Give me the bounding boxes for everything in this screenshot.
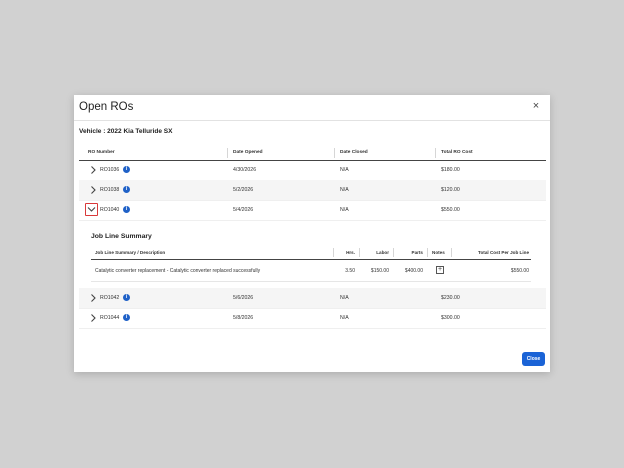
header-hrs: Hrs.: [346, 250, 355, 255]
header-divider: [427, 248, 428, 257]
header-date-opened: Date Opened: [233, 150, 263, 155]
chevron-right-icon[interactable]: [88, 165, 98, 175]
ro-table-header: RO Number Date Opened Date Closed Total …: [79, 146, 546, 161]
header-labor: Labor: [376, 250, 389, 255]
modal-header: Open ROs ×: [74, 95, 550, 121]
close-icon[interactable]: ×: [530, 100, 542, 112]
info-icon[interactable]: i: [123, 314, 130, 321]
total-ro-cost: $230.00: [441, 295, 460, 301]
job-labor: $150.00: [370, 268, 389, 274]
header-divider: [359, 248, 360, 257]
total-ro-cost: $180.00: [441, 167, 460, 173]
date-opened: 5/8/2026: [233, 315, 254, 321]
header-divider: [393, 248, 394, 257]
table-row-expanded[interactable]: RO1040 i 5/4/2026 N/A $550.00: [79, 200, 546, 221]
table-row[interactable]: RO1042 i 5/6/2026 N/A $230.00: [79, 288, 546, 309]
header-divider: [334, 148, 335, 158]
date-opened: 5/6/2026: [233, 295, 254, 301]
header-total-cost-per-job-line: Total Cost Per Job Line: [478, 250, 529, 255]
info-icon[interactable]: i: [123, 166, 130, 173]
chevron-right-icon[interactable]: [88, 185, 98, 195]
header-divider: [451, 248, 452, 257]
header-divider: [435, 148, 436, 158]
header-notes: Notes: [432, 250, 445, 255]
chevron-right-icon[interactable]: [88, 313, 98, 323]
ro-number: RO1044: [100, 315, 120, 321]
header-date-closed: Date Closed: [340, 150, 368, 155]
ro-number: RO1042: [100, 295, 120, 301]
vehicle-label: Vehicle : 2022 Kia Telluride SX: [79, 128, 173, 135]
job-line-table-header: Job Line Summary / Description Hrs. Labo…: [91, 246, 531, 260]
header-parts: Parts: [411, 250, 424, 255]
open-ros-modal: Open ROs × Vehicle : 2022 Kia Telluride …: [74, 95, 550, 372]
add-note-icon[interactable]: +: [436, 266, 444, 274]
total-ro-cost: $550.00: [441, 207, 460, 213]
table-row[interactable]: RO1038 i 5/2/2026 N/A $120.00: [79, 180, 546, 201]
ro-number: RO1040: [100, 207, 120, 213]
date-closed: N/A: [340, 207, 349, 213]
chevron-right-icon[interactable]: [88, 293, 98, 303]
job-line-summary-title: Job Line Summary: [91, 233, 152, 240]
date-opened: 5/2/2026: [233, 187, 254, 193]
header-divider: [333, 248, 334, 257]
info-icon[interactable]: i: [123, 206, 130, 213]
date-closed: N/A: [340, 295, 349, 301]
header-divider: [227, 148, 228, 158]
date-opened: 4/30/2026: [233, 167, 257, 173]
date-opened: 5/4/2026: [233, 207, 254, 213]
total-ro-cost: $300.00: [441, 315, 460, 321]
job-parts: $400.00: [404, 268, 423, 274]
chevron-down-icon[interactable]: [85, 203, 98, 216]
ro-number: RO1038: [100, 187, 120, 193]
modal-title: Open ROs: [79, 101, 134, 113]
info-icon[interactable]: i: [123, 186, 130, 193]
table-row[interactable]: RO1036 i 4/30/2026 N/A $180.00: [79, 160, 546, 181]
total-ro-cost: $120.00: [441, 187, 460, 193]
job-line-row: Catalytic converter replacement - Cataly…: [91, 261, 531, 282]
close-button[interactable]: Close: [522, 352, 545, 366]
header-ro-number: RO Number: [88, 150, 115, 155]
job-hrs: 3.50: [345, 268, 355, 274]
date-closed: N/A: [340, 315, 349, 321]
header-total-ro-cost: Total RO Cost: [441, 150, 473, 155]
ro-number: RO1036: [100, 167, 120, 173]
date-closed: N/A: [340, 167, 349, 173]
info-icon[interactable]: i: [123, 294, 130, 301]
job-total-cost: $550.00: [510, 268, 529, 274]
header-job-description: Job Line Summary / Description: [95, 250, 166, 255]
job-description: Catalytic converter replacement - Cataly…: [95, 268, 261, 274]
table-row[interactable]: RO1044 i 5/8/2026 N/A $300.00: [79, 308, 546, 329]
date-closed: N/A: [340, 187, 349, 193]
